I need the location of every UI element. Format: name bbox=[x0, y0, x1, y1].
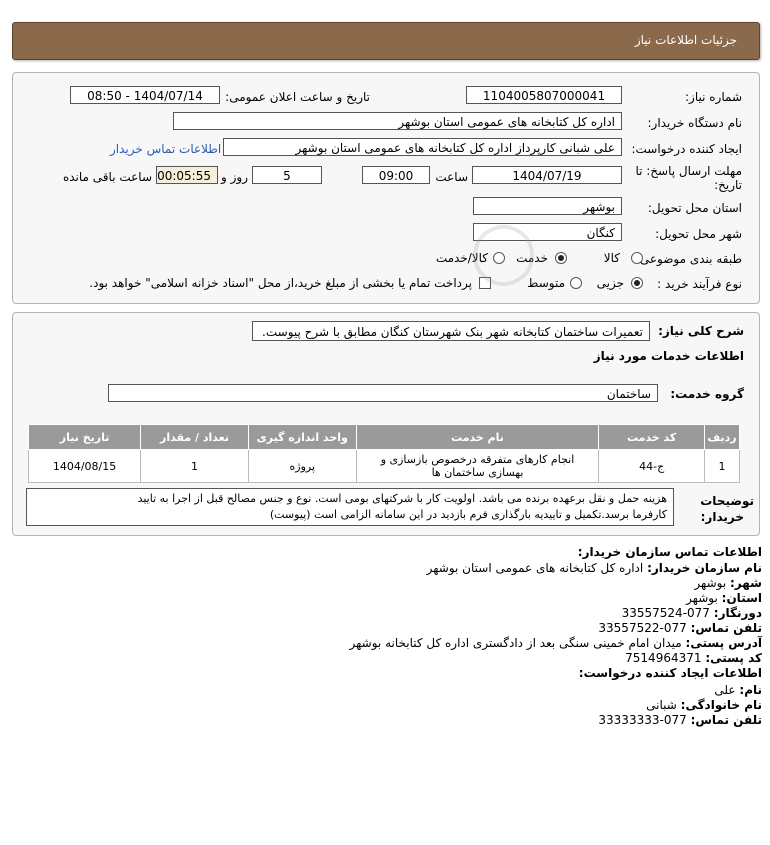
creator-first-name-value: علی bbox=[714, 683, 736, 697]
category-radio-goods-service[interactable] bbox=[493, 252, 505, 264]
contact-city-value: بوشهر bbox=[694, 576, 727, 590]
creator-first-name-line: نام: علی bbox=[714, 683, 762, 697]
buyer-notes-label: توضیحات bbox=[700, 494, 754, 508]
contact-fax-label: دورنگار: bbox=[713, 606, 762, 620]
creator-last-name-label: نام خانوادگی: bbox=[680, 698, 762, 712]
category-label: طبقه بندی موضوعی: bbox=[635, 252, 742, 266]
process-option-minor: جزیی bbox=[596, 276, 624, 290]
creator-info-heading: اطلاعات ایجاد کننده درخواست: bbox=[578, 666, 762, 680]
process-option-medium: متوسط bbox=[527, 276, 565, 290]
contact-address-label: آدرس پستی: bbox=[685, 636, 762, 650]
creator-phone-line: تلفن تماس: 077-33333333 bbox=[598, 713, 762, 727]
city-label: شهر محل تحویل: bbox=[655, 227, 742, 241]
category-option-service: خدمت bbox=[516, 251, 548, 265]
col-need-date: تاریخ نیاز bbox=[27, 424, 142, 450]
need-number-field: 1104005807000041 bbox=[466, 86, 622, 104]
buyer-notes-line-2: کارفرما برسد.تکمیل و تاییدیه بارگذاری فر… bbox=[269, 508, 667, 521]
creator-phone-label: تلفن تماس: bbox=[690, 713, 762, 727]
contact-postal-line: کد پستی: 7514964371 bbox=[625, 651, 762, 665]
province-label: استان محل تحویل: bbox=[647, 201, 742, 215]
col-unit: واحد اندازه گیری bbox=[247, 424, 357, 450]
buyer-notes-line-1: هزینه حمل و نقل برعهده برنده می باشد. او… bbox=[137, 492, 667, 505]
description-label: شرح کلی نیاز: bbox=[658, 324, 744, 338]
services-table: ردیف کد خدمت نام خدمت واحد اندازه گیری ت… bbox=[27, 424, 741, 483]
table-row: 1 ج-44 انجام کارهای متفرقه درخصوص بازساز… bbox=[27, 449, 741, 483]
announce-label: تاریخ و ساعت اعلان عمومی: bbox=[225, 90, 370, 104]
col-quantity: تعداد / مقدار bbox=[140, 424, 249, 450]
contact-city-label: شهر: bbox=[730, 576, 762, 590]
payment-note: پرداخت تمام یا بخشی از مبلغ خرید،از محل … bbox=[89, 276, 472, 290]
remaining-time-field: 00:05:55 bbox=[156, 166, 218, 184]
services-table-header: ردیف کد خدمت نام خدمت واحد اندازه گیری ت… bbox=[27, 424, 741, 450]
process-type-label: نوع فرآیند خرید : bbox=[657, 277, 742, 291]
services-heading: اطلاعات خدمات مورد نیاز bbox=[593, 349, 744, 363]
creator-last-name-line: نام خانوادگی: شبانی bbox=[646, 698, 762, 712]
creator-field: علی شبانی کارپرداز اداره کل کتابخانه های… bbox=[223, 138, 622, 156]
page-title: جزئیات اطلاعات نیاز bbox=[634, 33, 737, 47]
col-row: ردیف bbox=[703, 424, 741, 450]
days-label: روز و bbox=[221, 170, 248, 184]
remaining-time-label: ساعت باقی مانده bbox=[62, 170, 152, 184]
deadline-label: مهلت ارسال پاسخ: تا bbox=[635, 164, 742, 178]
contact-address-line: آدرس پستی: میدان امام خمینی سنگی بعد از … bbox=[350, 636, 762, 650]
contact-city-line: شهر: بوشهر bbox=[694, 576, 762, 590]
contact-postal-value: 7514964371 bbox=[625, 651, 702, 665]
contact-fax-value: 077-33557524 bbox=[621, 606, 710, 620]
cell-row: 1 bbox=[703, 449, 741, 483]
contact-heading: اطلاعات تماس سازمان خریدار: bbox=[577, 545, 762, 559]
header-bar: جزئیات اطلاعات نیاز bbox=[12, 22, 760, 60]
buyer-notes-box: هزینه حمل و نقل برعهده برنده می باشد. او… bbox=[26, 488, 674, 526]
contact-postal-label: کد پستی: bbox=[705, 651, 762, 665]
buyer-org-label: نام دستگاه خریدار: bbox=[647, 116, 743, 130]
process-radio-minor[interactable] bbox=[631, 277, 643, 289]
contact-phone-value: 077-33557522 bbox=[598, 621, 687, 635]
cell-service-code: ج-44 bbox=[598, 449, 705, 483]
creator-last-name-value: شبانی bbox=[646, 698, 677, 712]
col-service-code: کد خدمت bbox=[598, 424, 705, 450]
description-field: تعمیرات ساختمان کتابخانه شهر بنک شهرستان… bbox=[252, 321, 650, 341]
cell-quantity: 1 bbox=[140, 449, 249, 483]
contact-province-value: بوشهر bbox=[686, 591, 718, 605]
category-radio-goods[interactable] bbox=[631, 252, 643, 264]
buyer-notes-label-2: خریدار: bbox=[700, 510, 744, 524]
announce-datetime-field: 1404/07/14 - 08:50 bbox=[70, 86, 220, 104]
need-number-label: شماره نیاز: bbox=[685, 90, 742, 104]
category-option-goods: کالا bbox=[603, 251, 620, 265]
days-field: 5 bbox=[252, 166, 322, 184]
province-field: بوشهر bbox=[473, 197, 622, 215]
category-option-goods-service: کالا/خدمت bbox=[435, 251, 488, 265]
deadline-time-field: 09:00 bbox=[362, 166, 430, 184]
need-info-panel bbox=[12, 72, 760, 304]
cell-need-date: 1404/08/15 bbox=[27, 449, 142, 483]
service-group-field: ساختمان bbox=[108, 384, 658, 402]
process-radio-medium[interactable] bbox=[570, 277, 582, 289]
contact-fax-line: دورنگار: 077-33557524 bbox=[622, 606, 762, 620]
contact-org-label: نام سازمان خریدار: bbox=[647, 561, 762, 575]
creator-phone-value: 077-33333333 bbox=[598, 713, 687, 727]
category-radio-service[interactable] bbox=[555, 252, 567, 264]
cell-service-name: انجام کارهای متفرقه درخصوص بازسازی و بهس… bbox=[355, 449, 600, 483]
creator-label: ایجاد کننده درخواست: bbox=[631, 142, 742, 156]
contact-province-label: استان: bbox=[721, 591, 762, 605]
buyer-org-field: اداره کل کتابخانه های عمومی استان بوشهر bbox=[173, 112, 622, 130]
contact-province-line: استان: بوشهر bbox=[686, 591, 762, 605]
service-group-label: گروه خدمت: bbox=[670, 387, 744, 401]
deadline-date-field: 1404/07/19 bbox=[472, 166, 622, 184]
buyer-contact-link[interactable]: اطلاعات تماس خریدار bbox=[110, 142, 221, 156]
creator-first-name-label: نام: bbox=[739, 683, 762, 697]
col-service-name: نام خدمت bbox=[355, 424, 600, 450]
deadline-time-label: ساعت bbox=[435, 170, 468, 184]
city-field: کنگان bbox=[473, 223, 622, 241]
contact-phone-label: تلفن تماس: bbox=[690, 621, 762, 635]
contact-org-line: نام سازمان خریدار: اداره کل کتابخانه های… bbox=[427, 561, 762, 575]
contact-address-value: میدان امام خمینی سنگی بعد از دادگستری اد… bbox=[349, 636, 682, 650]
cell-unit: پروژه bbox=[247, 449, 357, 483]
contact-phone-line: تلفن تماس: 077-33557522 bbox=[598, 621, 762, 635]
treasury-payment-checkbox[interactable] bbox=[479, 277, 491, 289]
deadline-date-label: تاریخ: bbox=[714, 178, 742, 192]
contact-org-value: اداره کل کتابخانه های عمومی استان بوشهر bbox=[426, 561, 644, 575]
